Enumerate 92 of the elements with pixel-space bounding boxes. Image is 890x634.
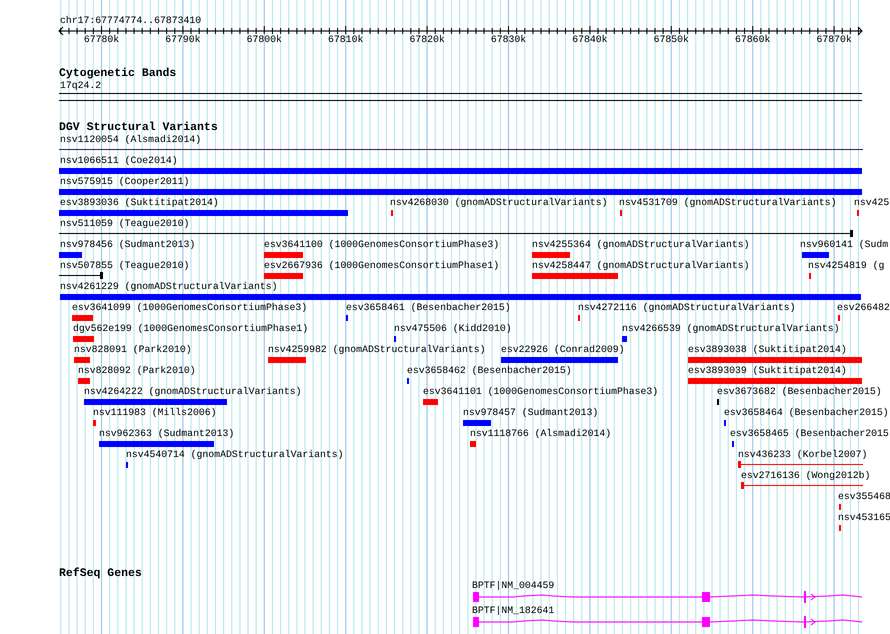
ruler-tick-label: 67780k bbox=[84, 34, 120, 46]
variant-bar[interactable] bbox=[93, 420, 96, 426]
variant-bar[interactable] bbox=[74, 357, 90, 363]
variant-label[interactable]: nsv507855 (Teague2010) bbox=[60, 260, 190, 272]
variant-bar[interactable] bbox=[59, 189, 862, 195]
variant-bar[interactable] bbox=[59, 252, 82, 258]
variant-bar[interactable] bbox=[72, 315, 93, 321]
variant-label[interactable]: nsv960141 (Sudm bbox=[800, 239, 888, 251]
variant-bar[interactable] bbox=[802, 252, 829, 258]
variant-bar[interactable] bbox=[99, 441, 214, 447]
gene-model-drawing[interactable] bbox=[473, 591, 863, 603]
ruler-tick-label: 67820k bbox=[409, 34, 445, 46]
variant-bar[interactable] bbox=[78, 378, 90, 384]
variant-bar[interactable] bbox=[532, 273, 618, 279]
variant-bar[interactable] bbox=[423, 399, 438, 405]
variant-label[interactable]: esv2716136 (Wong2012b) bbox=[741, 470, 870, 482]
variant-label[interactable]: esv3658462 (Besenbacher2015) bbox=[407, 365, 572, 377]
variant-label[interactable]: esv22926 (Conrad2009) bbox=[501, 344, 624, 356]
variant-label[interactable]: nsv962363 (Sudmant2013) bbox=[99, 428, 234, 440]
ruler-tick-label: 67840k bbox=[572, 34, 608, 46]
variant-label[interactable]: nsv4531709 (gnomADStructuralVariants) bbox=[619, 197, 837, 209]
variant-label[interactable]: nsv436233 (Korbel2007) bbox=[738, 449, 868, 461]
position-label: chr17:67774774..67873410 bbox=[60, 15, 202, 27]
variant-label[interactable]: nsv4259982 (gnomADStructuralVariants) bbox=[268, 344, 486, 356]
variant-label[interactable]: nsv978456 (Sudmant2013) bbox=[60, 239, 196, 251]
variant-bar[interactable] bbox=[59, 210, 348, 216]
variant-label[interactable]: esv3641101 (1000GenomesConsortiumPhase3) bbox=[423, 386, 658, 398]
ruler-tick-label: 67800k bbox=[246, 34, 282, 46]
variant-label[interactable]: nsv425 bbox=[854, 197, 890, 209]
variant-label[interactable]: nsv575915 (Cooper2011) bbox=[60, 176, 190, 188]
variant-label[interactable]: esv3658461 (Besenbacher2015) bbox=[346, 302, 511, 314]
variant-label[interactable]: esv2667936 (1000GenomesConsortiumPhase1) bbox=[264, 260, 500, 272]
variant-label[interactable]: esv3893038 (Suktitipat2014) bbox=[688, 344, 847, 356]
variant-label[interactable]: esv266482 bbox=[837, 302, 890, 314]
variant-label[interactable]: esv3673682 (Besenbacher2015) bbox=[717, 386, 882, 398]
track-title: Cytogenetic Bands bbox=[59, 67, 176, 81]
ruler-tick-label: 67810k bbox=[328, 34, 364, 46]
variant-label[interactable]: nsv828091 (Park2010) bbox=[74, 344, 192, 356]
variant-label[interactable]: esv3641100 (1000GenomesConsortiumPhase3) bbox=[264, 239, 500, 251]
gene-label[interactable]: BPTF|NM_004459 bbox=[472, 580, 554, 592]
variant-label[interactable]: nsv4261229 (gnomADStructuralVariants) bbox=[60, 281, 278, 293]
variant-label[interactable]: nsv978457 (Sudmant2013) bbox=[463, 407, 598, 419]
variant-bar[interactable] bbox=[268, 357, 306, 363]
ruler-tick-label: 67870k bbox=[816, 34, 852, 46]
variant-label[interactable]: esv3641099 (1000GenomesConsortiumPhase3) bbox=[72, 302, 308, 314]
variant-bar[interactable] bbox=[60, 294, 861, 300]
variant-label[interactable]: nsv1120054 (Alsmadi2014) bbox=[60, 134, 202, 146]
variant-bar[interactable] bbox=[688, 378, 862, 384]
variant-bar[interactable] bbox=[84, 399, 227, 405]
ruler-tick-label: 67830k bbox=[490, 34, 526, 46]
variant-bar[interactable] bbox=[470, 441, 476, 447]
variant-bar[interactable] bbox=[622, 336, 627, 342]
variant-label[interactable]: esv3658465 (Besenbacher2015 bbox=[730, 428, 889, 440]
variant-bar[interactable] bbox=[501, 357, 618, 363]
variant-label[interactable]: nsv4268030 (gnomADStructuralVariants) bbox=[390, 197, 608, 209]
variant-label[interactable]: esv3893039 (Suktitipat2014) bbox=[688, 365, 847, 377]
variant-label[interactable]: nsv453165 bbox=[838, 512, 890, 524]
variant-label[interactable]: esv3658464 (Besenbacher2015) bbox=[724, 407, 889, 419]
variant-label[interactable]: nsv1066511 (Coe2014) bbox=[60, 155, 178, 167]
variant-label[interactable]: nsv475506 (Kidd2010) bbox=[394, 323, 512, 335]
variant-bar[interactable] bbox=[73, 336, 94, 342]
variant-label[interactable]: nsv111983 (Mills2006) bbox=[93, 407, 216, 419]
variant-label[interactable]: nsv4254819 (g bbox=[808, 260, 884, 272]
variant-label[interactable]: nsv1118766 (Alsmadi2014) bbox=[470, 428, 612, 440]
track-title: RefSeq Genes bbox=[59, 567, 142, 581]
variant-line[interactable] bbox=[59, 272, 103, 279]
variant-label[interactable]: nsv4272116 (gnomADStructuralVariants) bbox=[578, 302, 796, 314]
variant-bar[interactable] bbox=[532, 252, 570, 258]
variant-label[interactable]: nsv4258447 (gnomADStructuralVariants) bbox=[532, 260, 750, 272]
variant-label[interactable]: esv3893036 (Suktitipat2014) bbox=[60, 197, 219, 209]
variant-label[interactable]: dgv562e199 (1000GenomesConsortiumPhase1) bbox=[73, 323, 308, 335]
gene-model-drawing[interactable] bbox=[473, 616, 863, 628]
variant-line[interactable] bbox=[59, 230, 853, 237]
variant-bar[interactable] bbox=[463, 420, 491, 426]
variant-label[interactable]: nsv828092 (Park2010) bbox=[78, 365, 196, 377]
variant-label[interactable]: nsv4255364 (gnomADStructuralVariants) bbox=[532, 239, 750, 251]
variant-label[interactable]: nsv4264222 (gnomADStructuralVariants) bbox=[84, 386, 302, 398]
variant-label[interactable]: esv355468 bbox=[838, 491, 890, 503]
variant-label[interactable]: nsv511059 (Teague2010) bbox=[60, 218, 190, 230]
variant-line[interactable] bbox=[59, 146, 863, 153]
gene-label[interactable]: BPTF|NM_182641 bbox=[472, 605, 554, 617]
variant-bar[interactable] bbox=[688, 357, 862, 363]
ruler-tick-label: 67790k bbox=[165, 34, 201, 46]
variant-bar[interactable] bbox=[264, 252, 303, 258]
ruler-tick-label: 67860k bbox=[735, 34, 770, 46]
variant-bar[interactable] bbox=[59, 168, 862, 174]
variant-bar[interactable] bbox=[264, 273, 303, 279]
variant-label[interactable]: nsv4266539 (gnomADStructuralVariants) bbox=[622, 323, 840, 335]
ruler-tick-label: 67850k bbox=[654, 34, 689, 46]
track-title: DGV Structural Variants bbox=[59, 121, 218, 134]
variant-label[interactable]: nsv4540714 (gnomADStructuralVariants) bbox=[126, 449, 344, 461]
band-label[interactable]: 17q24.2 bbox=[60, 80, 102, 92]
